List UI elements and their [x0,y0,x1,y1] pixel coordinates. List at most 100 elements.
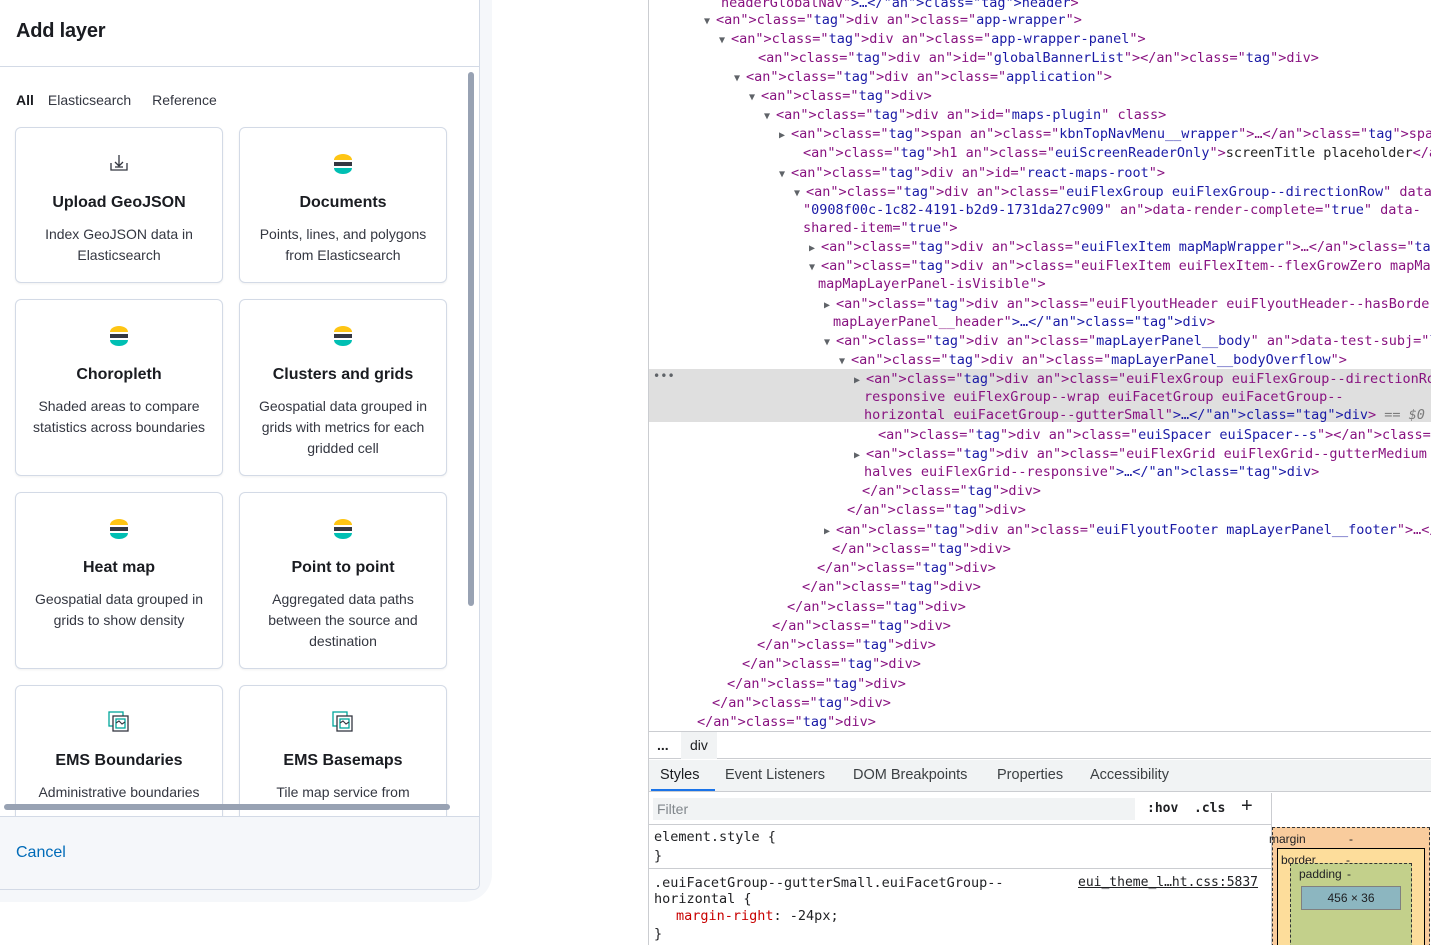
cancel-button[interactable]: Cancel [16,844,66,862]
rule-selector[interactable]: .euiFacetGroup--gutterSmall.euiFacetGrou… [654,875,1004,891]
dom-node-line[interactable]: ▶ <an">class="tag">span an">class="kbnTop… [779,125,1431,145]
dom-node-line[interactable]: </an">class="tag">div> [847,501,1026,519]
box-model-margin[interactable]: margin - border - padding - 456 × 36 [1269,827,1430,945]
facet-reference[interactable]: Reference [152,92,217,108]
box-model-content[interactable]: 456 × 36 [1301,886,1401,910]
dom-node-line[interactable]: ▼ <an">class="tag">div an">class="app-wra… [719,30,1146,50]
dom-node-line[interactable]: <an">class="tag">div an">id="globalBanne… [758,49,1319,67]
card-description: Geospatial data grouped in grids to show… [34,591,204,628]
breadcrumb: ... div [649,731,1431,759]
collapse-arrow-icon: ▶ [809,243,816,254]
card-title: EMS Boundaries [55,752,183,769]
css-value: : -24px; [773,908,839,924]
card-description: Aggregated data paths between the source… [268,591,418,649]
card-clusters-and-grids[interactable]: Clusters and grids Geospatial data group… [239,299,447,476]
tab-styles[interactable]: Styles [660,767,700,783]
card-upload-geojson[interactable]: Upload GeoJSON Index GeoJSON data in Ela… [15,127,223,283]
more-actions-icon[interactable]: ••• [653,369,675,383]
card-documents[interactable]: Documents Points, lines, and polygons fr… [239,127,447,283]
dom-node-line[interactable]: ▼ <an">class="tag">div an">class="mapLaye… [824,332,1431,352]
card-ems-basemaps[interactable]: EMS Basemaps Tile map service from [239,685,447,816]
hover-state-toggle[interactable]: :hov [1147,801,1178,816]
tab-event-listeners[interactable]: Event Listeners [725,767,825,783]
expand-arrow-icon: ▼ [764,111,771,122]
card-heat-map[interactable]: Heat map Geospatial data grouped in grid… [15,492,223,669]
box-model-padding[interactable]: padding - 456 × 36 [1290,863,1412,945]
elements-dom-tree: ••• headerGlobalNav">…</"an">class="tag"… [649,0,1431,730]
facet-all[interactable]: All [16,92,34,108]
active-tab-indicator [651,789,715,791]
padding-value: - [1347,867,1351,881]
dom-node-line[interactable]: horizontal euiFacetGroup--gutterSmall">…… [864,406,1425,424]
filter-input[interactable] [653,798,1135,820]
tab-accessibility[interactable]: Accessibility [1090,767,1169,783]
dom-node-line[interactable]: responsive euiFlexGroup--wrap euiFacetGr… [864,388,1344,406]
css-declaration[interactable]: margin-right: -24px; [676,908,839,924]
dom-node-line[interactable]: halves euiFlexGrid--responsive">…</"an">… [864,463,1319,481]
dom-node-line[interactable]: </an">class="tag">div> [742,655,921,673]
card-point-to-point[interactable]: Point to point Aggregated data paths bet… [239,492,447,669]
dom-node-line[interactable]: </an">class="tag">div> [727,675,906,693]
margin-value: - [1349,832,1353,846]
dom-node-line[interactable]: </an">class="tag">div> [787,598,966,616]
facet-group: All Elasticsearch Reference [16,92,238,108]
expand-arrow-icon: ▼ [839,356,846,367]
expand-arrow-icon: ▼ [734,73,741,84]
box-model-border[interactable]: border - padding - 456 × 36 [1277,848,1425,945]
dom-node-line[interactable]: "0908f00c-1c82-4191-b2d9-1731da27c909" a… [803,201,1421,219]
dom-node-line[interactable]: <an">class="tag">div an">class="euiSpace… [878,426,1431,444]
ems-icon [240,710,446,734]
horizontal-scrollbar[interactable] [4,804,450,810]
tab-dom-breakpoints[interactable]: DOM Breakpoints [853,767,967,783]
breadcrumb-overflow[interactable]: ... [657,737,669,753]
facet-elasticsearch[interactable]: Elasticsearch [48,92,131,108]
dom-node-line[interactable]: </an">class="tag">div> [772,617,951,635]
dom-node-line[interactable]: ▶ <an">class="tag">div an">class="euiFlex… [854,445,1431,465]
padding-label: padding [1299,867,1342,881]
card-ems-boundaries[interactable]: EMS Boundaries Administrative boundaries [15,685,223,816]
dom-node-line[interactable]: ▼ <an">class="tag">div an">class="euiFlex… [794,183,1431,203]
elastic-logo-icon [240,324,446,348]
dom-node-line[interactable]: </an">class="tag">div> [697,713,876,730]
card-description: Points, lines, and polygons from Elastic… [259,226,427,263]
closing-brace: } [654,848,663,864]
class-toggle[interactable]: .cls [1194,801,1225,816]
dom-node-line[interactable]: shared-item="true"> [803,219,957,237]
dom-node-line[interactable]: ▼ <an">class="tag">div an">class="euiFlex… [809,257,1431,277]
dom-node-line[interactable]: ▶ <an">class="tag">div an">class="euiFlex… [854,370,1431,390]
tab-properties[interactable]: Properties [997,767,1063,783]
dom-node-line[interactable]: ▶ <an">class="tag">div an">class="euiFlyo… [824,521,1431,541]
dom-node-line[interactable]: </an">class="tag">div> [712,694,891,712]
dom-node-line[interactable]: </an">class="tag">div> [802,578,981,596]
breadcrumb-current[interactable]: div [681,732,717,759]
box-model-diagram: margin - border - padding - 456 × 36 [1269,793,1431,945]
dom-node-line[interactable]: ▶ <an">class="tag">div an">class="euiFlyo… [824,295,1431,315]
card-description: Tile map service from [276,784,410,800]
dom-node-line[interactable]: ▼ <an">class="tag">div an">id="react-maps… [779,164,1165,184]
rule-selector-cont[interactable]: horizontal { [654,891,752,907]
dom-node-line[interactable]: ▼ <an">class="tag">div an">class="app-wra… [704,11,1082,31]
element-style-selector[interactable]: element.style { [654,829,776,845]
card-choropleth[interactable]: Choropleth Shaded areas to compare stati… [15,299,223,476]
expand-arrow-icon: ▼ [779,169,786,180]
dom-node-line[interactable]: ▼ <an">class="tag">div an">class="mapLaye… [839,351,1347,371]
card-title: Heat map [82,559,156,576]
dom-node-line[interactable]: </an">class="tag">div> [757,636,936,654]
dom-node-line[interactable]: mapMapLayerPanel-isVisible"> [818,275,1046,293]
dom-node-line[interactable]: </an">class="tag">div> [862,482,1041,500]
dom-node-line[interactable]: mapLayerPanel__header">…</"an">class="ta… [833,313,1215,331]
stylesheet-source-link[interactable]: eui_theme_l…ht.css:5837 [1078,875,1258,890]
dom-node-line[interactable]: </an">class="tag">div> [817,559,996,577]
add-layer-panel: Add layer All Elasticsearch Reference Up… [0,0,480,890]
dom-node-line[interactable]: ▼ <an">class="tag">div> [749,87,932,107]
dom-node-line[interactable]: ▼ <an">class="tag">div an">class="applica… [734,68,1112,88]
dom-node-line[interactable]: </an">class="tag">div> [832,540,1011,558]
dom-node-line[interactable]: ▼ <an">class="tag">div an">id="maps-plugi… [764,106,1166,126]
panel-footer: Cancel [0,816,479,889]
dom-node-line[interactable]: ▶ <an">class="tag">div an">class="euiFlex… [809,238,1431,258]
dom-node-line[interactable]: <an">class="tag">h1 an">class="euiScreen… [803,144,1431,162]
collapse-arrow-icon: ▶ [779,130,786,141]
new-style-rule-button[interactable]: + [1241,795,1253,818]
vertical-scrollbar[interactable] [468,72,474,606]
panel-header: Add layer [0,0,479,67]
